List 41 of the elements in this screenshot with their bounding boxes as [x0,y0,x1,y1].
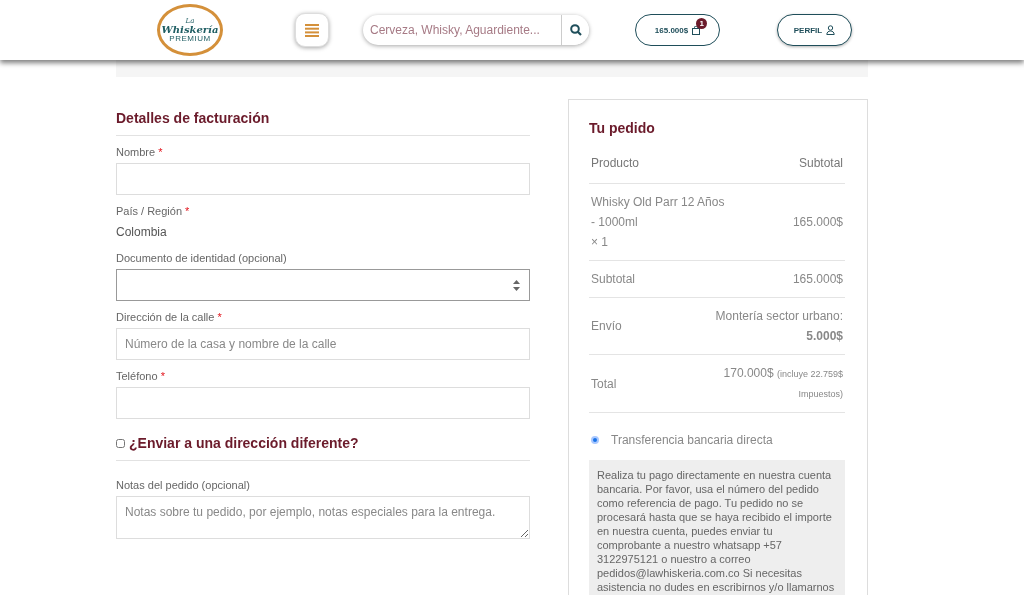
section-title: Detalles de facturación [116,110,271,126]
menu-button[interactable] [295,13,329,47]
product-quantity: × 1 [591,234,609,251]
user-icon [826,25,836,35]
column-header: Producto [591,155,640,170]
field-label: Notas del pedido (opcional) [116,479,251,491]
input-field[interactable] [116,163,530,195]
field-label: Dirección de la calle * [116,311,223,323]
table-cell-text: Montería sector urbano: 5.000$ [714,308,843,345]
table-cell: Envío [591,319,622,333]
section-title: Tu pedido [589,120,656,136]
search-field[interactable]: Cerveza, Whisky, Aguardiente... [363,15,561,45]
bag-icon [692,25,701,35]
table-cell-text: 170.000$ (incluye 22.759$ Impuestos) [722,365,843,401]
section-title: ¿Enviar a una dirección diferente? [129,435,359,451]
cart-button[interactable]: 165.000$ 1 [635,14,720,46]
field-value: Colombia [116,225,168,239]
text-area[interactable]: Notas sobre tu pedido, por ejemplo, notas especiales para la entrega. [116,496,530,539]
field-label: Nombre * [116,146,164,158]
column-header: Subtotal [798,155,843,170]
product-name: Whisky Old Parr 12 Años - 1000ml [591,194,726,231]
table-cell-text: 165.000$ [792,271,843,288]
field-label: Teléfono * [116,370,166,382]
radio-button[interactable] [591,436,599,444]
field-label: País / Región * [116,205,191,217]
field-label: Documento de identidad (opcional) [116,252,288,264]
input-field[interactable] [116,387,530,419]
table-cell: 165.000$ [792,215,843,229]
checkbox[interactable] [116,438,125,448]
payment-method-label[interactable]: Transferencia bancaria directa [611,433,773,447]
search-button[interactable] [561,15,589,45]
table-cell: Subtotal [591,272,636,286]
updown-arrows-icon [513,279,520,291]
table-cell: Total [591,376,617,391]
input-field[interactable]: Número de la casa y nombre de la calle [116,328,530,360]
profile-button[interactable]: PERFIL [777,14,852,46]
cart-count-badge: 1 [696,17,708,29]
payment-description: Realiza tu pago directamente en nuestra cuenta bancaria. Por favor, usa el número del pedido como referencia de pago. Tu pedido no se procesará hasta que se haya recibido el importe en nuestra cuenta, puedes enviar tu comprobante a nuestro whatsapp +57 3122975121 o nuestro a correo pedidos@lawhiskeria.com.co Si necesitas asistencia no dudes en escribirnos y/o llamarnos [589,460,845,595]
menu-icon [305,23,319,37]
select-field[interactable] [116,269,530,301]
search-icon [569,24,582,36]
